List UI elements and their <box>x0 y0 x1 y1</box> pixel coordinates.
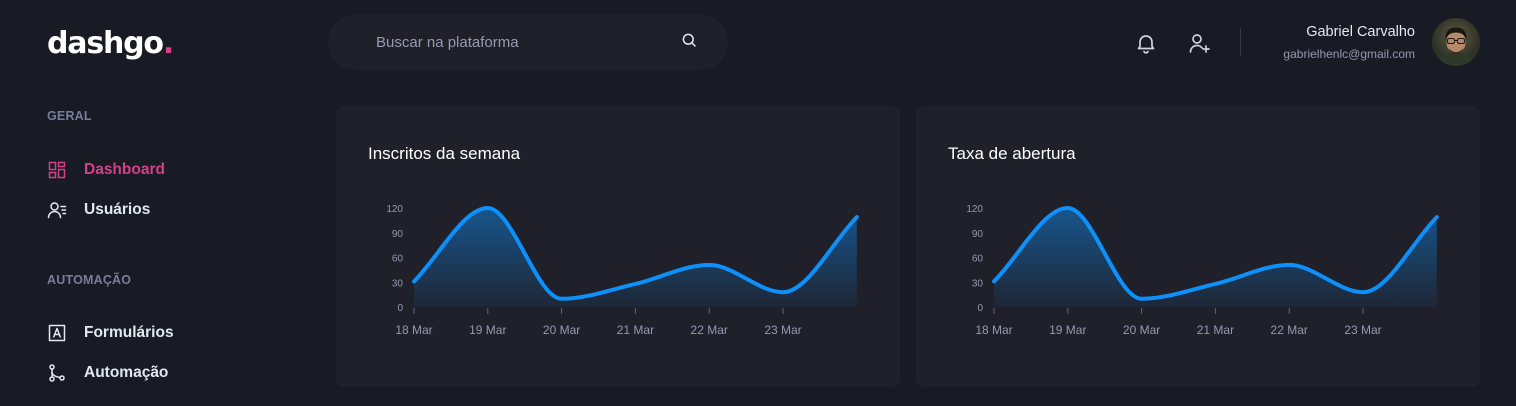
y-tick-label: 60 <box>972 254 984 265</box>
search-input[interactable] <box>376 14 676 70</box>
data-point <box>780 289 786 295</box>
chart-card-inscritos: Inscritos da semana 0 30 60 90 120 18 Mar 19 M… <box>336 106 900 387</box>
sidebar-item-usuarios[interactable]: Usuários <box>47 198 150 222</box>
data-point <box>485 205 491 211</box>
sidebar-section-automacao: AUTOMAÇÃO <box>47 273 132 287</box>
x-tick-label: 19 Mar <box>469 323 506 337</box>
sidebar-section-geral: GERAL <box>47 109 92 123</box>
brand-name: dashgo <box>47 26 164 61</box>
data-point <box>1286 262 1292 268</box>
data-point <box>991 278 997 284</box>
header-divider <box>1240 28 1241 56</box>
user-plus-icon[interactable] <box>1187 31 1211 55</box>
sidebar-item-label: Usuários <box>84 201 151 218</box>
sidebar-item-label: Formulários <box>84 324 174 341</box>
x-tick-label: 19 Mar <box>1049 323 1086 337</box>
sidebar-item-label: Dashboard <box>84 161 165 178</box>
y-tick-label: 30 <box>972 278 984 289</box>
user-name: Gabriel Carvalho <box>1306 24 1415 40</box>
avatar[interactable] <box>1432 18 1480 66</box>
data-point <box>632 281 638 287</box>
data-point <box>1139 296 1145 302</box>
search-icon[interactable] <box>680 31 698 49</box>
y-tick-label: 120 <box>966 204 983 215</box>
chart-inscritos: 0 30 60 90 120 18 Mar 19 Mar 20 Mar 21 Mar 22 Mar… <box>386 204 860 337</box>
x-tick-label: 21 Mar <box>617 323 654 337</box>
y-tick-label: 0 <box>397 303 403 314</box>
dashboard-icon <box>48 161 66 179</box>
x-tick-label: 18 Mar <box>975 323 1012 337</box>
form-icon <box>48 324 66 342</box>
chart-card-taxa: Taxa de abertura 0 30 60 90 120 18 Mar 19 Mar 2… <box>916 106 1480 387</box>
bell-icon[interactable] <box>1134 31 1158 55</box>
brand-logo[interactable]: dashgo. <box>47 26 174 61</box>
x-tick-label: 18 Mar <box>395 323 432 337</box>
sidebar-item-dashboard[interactable]: Dashboard <box>47 158 165 182</box>
data-point <box>1434 214 1440 220</box>
x-tick-label: 22 Mar <box>691 323 728 337</box>
data-point <box>1065 205 1071 211</box>
x-tick-label: 21 Mar <box>1197 323 1234 337</box>
data-point <box>854 214 860 220</box>
data-point <box>1360 289 1366 295</box>
brand-dot: . <box>162 26 174 61</box>
data-point <box>1212 281 1218 287</box>
y-tick-label: 30 <box>392 278 404 289</box>
chart-taxa: 0 30 60 90 120 18 Mar 19 Mar 20 Mar 21 Mar 22 Mar… <box>966 204 1440 337</box>
user-email: gabrielhenlc@gmail.com <box>1283 47 1415 61</box>
avatar-image <box>1432 18 1480 66</box>
x-tick-label: 23 Mar <box>1344 323 1381 337</box>
git-branch-icon <box>49 364 65 382</box>
users-icon <box>47 202 67 219</box>
y-tick-label: 60 <box>392 254 404 265</box>
search-bar[interactable] <box>328 14 728 70</box>
y-tick-label: 90 <box>972 229 984 240</box>
data-point <box>411 278 417 284</box>
data-point <box>706 262 712 268</box>
y-tick-label: 90 <box>392 229 404 240</box>
sidebar-item-automacao[interactable]: Automação <box>47 361 168 385</box>
sidebar-item-formularios[interactable]: Formulários <box>47 321 174 345</box>
data-point <box>559 296 565 302</box>
x-tick-label: 23 Mar <box>764 323 801 337</box>
x-tick-label: 20 Mar <box>543 323 580 337</box>
x-tick-label: 22 Mar <box>1271 323 1308 337</box>
y-tick-label: 0 <box>977 303 983 314</box>
sidebar-item-label: Automação <box>84 364 169 381</box>
x-tick-label: 20 Mar <box>1123 323 1160 337</box>
y-tick-label: 120 <box>386 204 403 215</box>
